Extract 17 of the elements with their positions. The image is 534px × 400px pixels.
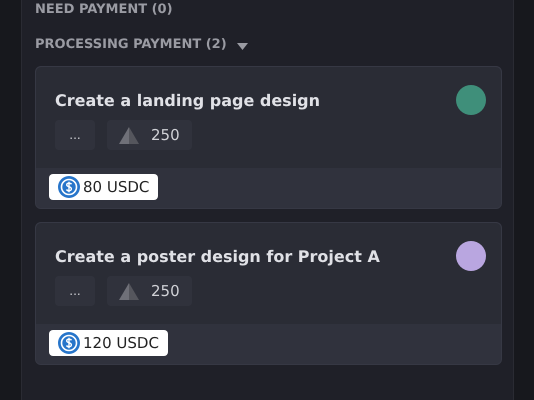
task-title: Create a poster design for Project A xyxy=(55,247,380,266)
task-title: Create a landing page design xyxy=(55,91,320,110)
more-button[interactable]: ... xyxy=(55,276,95,306)
avatar[interactable] xyxy=(456,241,486,271)
coin-icon xyxy=(58,332,80,354)
section-title: NEED PAYMENT (0) xyxy=(35,1,174,17)
coin-icon xyxy=(58,176,80,198)
points-tag: 250 xyxy=(107,120,192,150)
pyramid-icon xyxy=(119,282,139,300)
pyramid-icon xyxy=(119,126,139,144)
section-title: PROCESSING PAYMENT (2) xyxy=(35,37,227,52)
avatar[interactable] xyxy=(456,85,486,115)
reward-tag: 80 USDC xyxy=(49,174,158,200)
more-button[interactable]: ... xyxy=(55,120,95,150)
caret-icon[interactable] xyxy=(236,43,248,50)
reward-tag: 120 USDC xyxy=(49,330,168,356)
points-tag: 250 xyxy=(107,276,192,306)
